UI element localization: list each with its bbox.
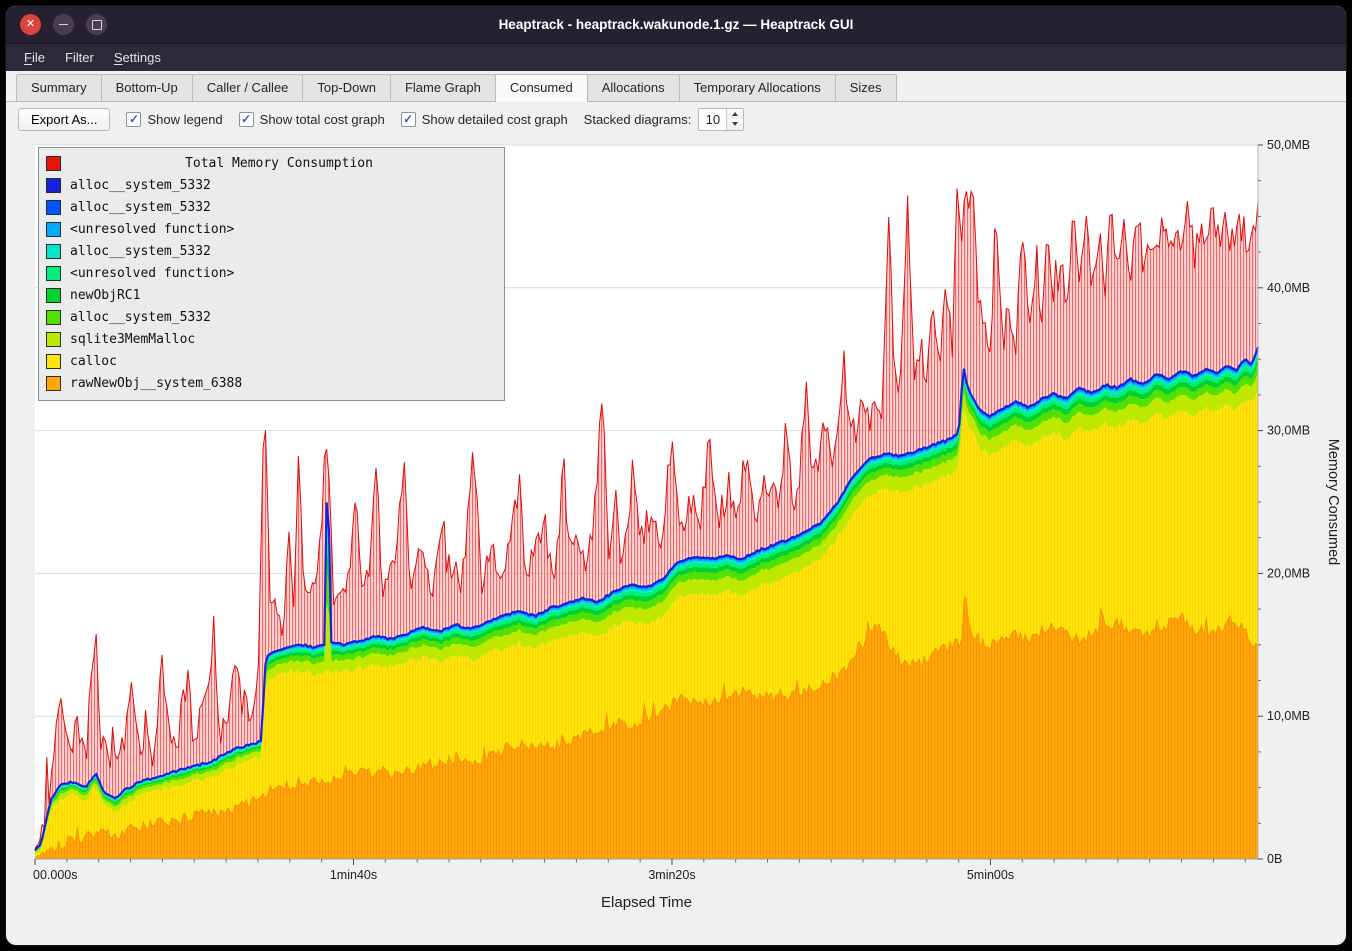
legend-swatch (46, 310, 61, 325)
window-controls: ✕ (20, 14, 107, 35)
spin-up-glyph (732, 112, 738, 116)
checkbox-box[interactable]: ✓ (401, 112, 416, 127)
tab-caller-callee[interactable]: Caller / Callee (192, 74, 304, 101)
y-tick-label: 0B (1267, 852, 1282, 866)
maximize-glyph (92, 20, 102, 30)
legend-item: rawNewObj__system_6388 (46, 372, 497, 394)
legend-item: alloc__system_5332 (46, 174, 497, 196)
y-tick-label: 30,0MB (1267, 424, 1310, 438)
menu-settings[interactable]: Settings (104, 46, 171, 69)
legend-item: alloc__system_5332 (46, 240, 497, 262)
legend-label: <unresolved function> (70, 222, 234, 237)
stacked-diagrams-value[interactable]: 10 (699, 109, 726, 130)
legend-swatch (46, 332, 61, 347)
stacked-diagrams-spinbox[interactable]: 10 (698, 108, 744, 131)
legend-item: alloc__system_5332 (46, 306, 497, 328)
legend-item: newObjRC1 (46, 284, 497, 306)
legend-label: alloc__system_5332 (70, 200, 211, 215)
tab-consumed[interactable]: Consumed (495, 74, 588, 102)
legend-swatch (46, 200, 61, 215)
tab-flame-graph[interactable]: Flame Graph (390, 74, 496, 101)
checkbox-box[interactable]: ✓ (239, 112, 254, 127)
legend-label: alloc__system_5332 (70, 244, 211, 259)
tab-temporary-allocations[interactable]: Temporary Allocations (679, 74, 836, 101)
spin-down-icon[interactable] (727, 119, 743, 130)
legend-item: <unresolved function> (46, 218, 497, 240)
spin-up-icon[interactable] (727, 109, 743, 120)
checkbox-label: Show legend (147, 112, 222, 127)
tab-top-down[interactable]: Top-Down (302, 74, 391, 101)
checkbox-label: Show detailed cost graph (422, 112, 568, 127)
minimize-icon[interactable] (53, 14, 74, 35)
toolbar: Export As... ✓ Show legend ✓ Show total cos… (6, 102, 1346, 136)
legend-label: rawNewObj__system_6388 (70, 376, 242, 391)
legend-item: <unresolved function> (46, 262, 497, 284)
legend-label: calloc (70, 354, 117, 369)
legend-swatch (46, 288, 61, 303)
y-tick-label: 50,0MB (1267, 138, 1310, 152)
checkbox-show-total-cost-graph[interactable]: ✓ Show total cost graph (239, 112, 385, 127)
y-tick-label: 40,0MB (1267, 281, 1310, 295)
legend-item: sqlite3MemMalloc (46, 328, 497, 350)
export-as-button[interactable]: Export As... (18, 108, 110, 131)
checkbox-label: Show total cost graph (260, 112, 385, 127)
checkbox-box[interactable]: ✓ (126, 112, 141, 127)
legend-label: sqlite3MemMalloc (70, 332, 195, 347)
legend-title: Total Memory Consumption (61, 156, 497, 171)
y-axis-title: Memory Consumed (1325, 439, 1341, 566)
menubar: FileFilterSettings (6, 44, 1346, 71)
x-tick-label: 00.000s (33, 868, 77, 882)
tab-sizes[interactable]: Sizes (835, 74, 897, 101)
window-title: Heaptrack - heaptrack.wakunode.1.gz — He… (6, 17, 1346, 32)
legend-item: calloc (46, 350, 497, 372)
tab-bar: SummaryBottom-UpCaller / CalleeTop-DownF… (6, 71, 1346, 102)
checkbox-show-detailed-cost-graph[interactable]: ✓ Show detailed cost graph (401, 112, 568, 127)
toolbar-checkboxes: ✓ Show legend ✓ Show total cost graph ✓ Show … (126, 112, 567, 127)
legend-swatch (46, 178, 61, 193)
titlebar: ✕ Heaptrack - heaptrack.wakunode.1.gz — … (6, 6, 1346, 44)
checkbox-show-legend[interactable]: ✓ Show legend (126, 112, 222, 127)
menu-filter[interactable]: Filter (55, 46, 104, 69)
x-tick-label: 3min20s (648, 868, 695, 882)
chart-legend: Total Memory Consumption alloc__system_53… (38, 147, 505, 401)
stacked-diagrams-label: Stacked diagrams: (584, 112, 692, 127)
legend-swatch (46, 266, 61, 281)
maximize-icon[interactable] (86, 14, 107, 35)
legend-label: alloc__system_5332 (70, 310, 211, 325)
y-tick-label: 20,0MB (1267, 566, 1310, 580)
legend-swatch (46, 244, 61, 259)
app-window: ✕ Heaptrack - heaptrack.wakunode.1.gz — … (6, 6, 1346, 945)
spin-down-glyph (732, 122, 738, 126)
legend-swatch (46, 376, 61, 391)
tab-allocations[interactable]: Allocations (587, 74, 680, 101)
legend-swatch (46, 354, 61, 369)
legend-title-row: Total Memory Consumption (46, 152, 497, 174)
tab-summary[interactable]: Summary (16, 74, 102, 101)
stacked-diagrams-control: Stacked diagrams: 10 (584, 108, 745, 131)
spin-buttons (726, 109, 743, 130)
minimize-glyph (59, 24, 68, 25)
legend-label: <unresolved function> (70, 266, 234, 281)
legend-swatch (46, 222, 61, 237)
y-tick-label: 10,0MB (1267, 709, 1310, 723)
legend-item: alloc__system_5332 (46, 196, 497, 218)
chart-area[interactable]: 00.000s 1min40s 3min20s 5min00s 0B 10,0MB 20,0… (6, 136, 1346, 945)
legend-swatch-total (46, 156, 61, 171)
legend-label: newObjRC1 (70, 288, 140, 303)
menu-file[interactable]: File (14, 46, 55, 69)
x-axis-title: Elapsed Time (601, 894, 692, 911)
tab-bottom-up[interactable]: Bottom-Up (101, 74, 193, 101)
close-icon[interactable]: ✕ (20, 14, 41, 35)
x-tick-label: 1min40s (330, 868, 377, 882)
legend-label: alloc__system_5332 (70, 178, 211, 193)
x-tick-label: 5min00s (967, 868, 1014, 882)
